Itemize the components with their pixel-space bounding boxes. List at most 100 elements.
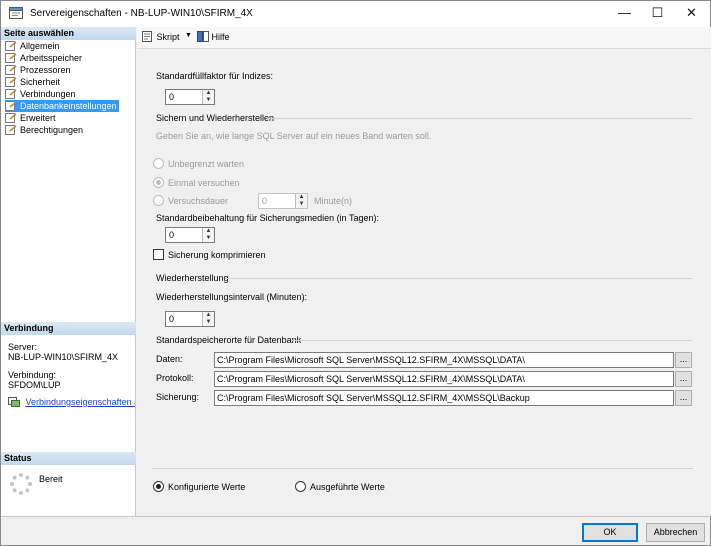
- recovery-header: Wiederherstellung: [156, 273, 229, 283]
- spin-up-icon: ▲: [298, 194, 305, 200]
- spin-down-icon: ▼: [298, 201, 305, 207]
- page-icon: [5, 113, 17, 123]
- script-icon: [142, 31, 152, 42]
- compress-backup-checkbox[interactable]: [153, 249, 164, 260]
- recovery-interval-spinner[interactable]: 0 ▲ ▼: [165, 311, 215, 327]
- window-title: Servereigenschaften - NB-LUP-WIN10\SFIRM…: [30, 8, 253, 19]
- vertical-scrollbar[interactable]: [695, 50, 711, 516]
- spinner-buttons[interactable]: ▲ ▼: [202, 312, 214, 326]
- wait-unlimited-radio[interactable]: [153, 158, 164, 169]
- page-icon: [5, 41, 17, 51]
- recovery-interval-value: 0: [169, 314, 175, 324]
- running-values-radio[interactable]: [295, 481, 306, 492]
- bottom-divider: [152, 468, 693, 469]
- script-button[interactable]: Skript: [142, 31, 180, 42]
- sidebar-item-datenbankeinstellungen[interactable]: Datenbankeinstellungen: [5, 100, 119, 112]
- sidebar-item-allgemein[interactable]: Allgemein: [5, 40, 62, 52]
- wait-unlimited-label: Unbegrenzt warten: [168, 159, 245, 169]
- retry-duration-radio[interactable]: [153, 195, 164, 206]
- backup-path-field[interactable]: C:\Program Files\Microsoft SQL Server\MS…: [214, 390, 674, 406]
- close-button[interactable]: ✕: [675, 1, 708, 26]
- page-icon: [5, 89, 17, 99]
- running-values-label: Ausgeführte Werte: [310, 482, 385, 492]
- spinner-buttons[interactable]: ▲ ▼: [295, 194, 307, 208]
- configured-values-label: Konfigurierte Werte: [168, 482, 246, 492]
- page-icon: [5, 65, 17, 75]
- data-path-field[interactable]: C:\Program Files\Microsoft SQL Server\MS…: [214, 352, 674, 368]
- select-page-header: Seite auswählen: [1, 27, 136, 40]
- server-label: Server:: [8, 342, 38, 352]
- title-bar: Servereigenschaften - NB-LUP-WIN10\SFIRM…: [1, 1, 710, 27]
- maximize-icon: ☐: [651, 5, 664, 20]
- cancel-button[interactable]: Abbrechen: [646, 523, 705, 542]
- sidebar-item-erweitert[interactable]: Erweitert: [5, 112, 58, 124]
- close-icon: ✕: [686, 5, 697, 20]
- minimize-button[interactable]: —: [608, 1, 641, 26]
- dialog-footer: OK Abbrechen: [1, 516, 710, 545]
- tape-wait-hint: Geben Sie an, wie lange SQL Server auf e…: [156, 131, 432, 141]
- sidebar-item-label: Erweitert: [20, 113, 56, 123]
- server-value: NB-LUP-WIN10\SFIRM_4X: [8, 352, 119, 362]
- log-label: Protokoll:: [156, 373, 194, 383]
- ok-button[interactable]: OK: [582, 523, 638, 542]
- connection-properties-icon: [8, 397, 20, 407]
- sidebar-item-sicherheit[interactable]: Sicherheit: [5, 76, 62, 88]
- section-divider: [291, 340, 692, 341]
- backup-browse-button[interactable]: ...: [675, 390, 692, 406]
- retry-duration-spinner[interactable]: 0 ▲ ▼: [258, 193, 308, 209]
- log-browse-button[interactable]: ...: [675, 371, 692, 387]
- sidebar-item-label: Allgemein: [20, 41, 60, 51]
- spin-down-icon: ▼: [205, 97, 212, 103]
- sidebar-item-verbindungen[interactable]: Verbindungen: [5, 88, 78, 100]
- configured-values-radio[interactable]: [153, 481, 164, 492]
- connection-value: SFDOM\LUP: [8, 380, 61, 390]
- spinner-buttons[interactable]: ▲ ▼: [202, 90, 214, 104]
- retention-label: Standardbeibehaltung für Sicherungsmedie…: [156, 213, 379, 223]
- connection-properties-link[interactable]: Verbindungseigenschaften anzeigen: [8, 397, 135, 409]
- sidebar-item-arbeitsspeicher[interactable]: Arbeitsspeicher: [5, 52, 84, 64]
- page-icon: [5, 77, 17, 87]
- script-dropdown-arrow[interactable]: ▼: [185, 32, 192, 39]
- section-divider: [267, 118, 692, 119]
- try-once-radio[interactable]: [153, 177, 164, 188]
- data-browse-button[interactable]: ...: [675, 352, 692, 368]
- sidebar-item-label: Sicherheit: [20, 77, 61, 87]
- page-icon: [5, 101, 17, 111]
- settings-panel: Skript ▼ Hilfe Standardfüllfaktor für In…: [137, 27, 711, 516]
- spin-up-icon: ▲: [205, 90, 212, 96]
- maximize-button[interactable]: ☐: [641, 1, 674, 26]
- sidebar-item-label: Prozessoren: [20, 65, 71, 75]
- help-button[interactable]: Hilfe: [197, 31, 230, 42]
- minimize-icon: —: [618, 5, 631, 20]
- sidebar-item-prozessoren[interactable]: Prozessoren: [5, 64, 73, 76]
- retention-spinner[interactable]: 0 ▲ ▼: [165, 227, 215, 243]
- spin-up-icon: ▲: [205, 312, 212, 318]
- status-spinner-icon: [10, 473, 32, 495]
- left-panel: Seite auswählen Allgemein Arbeitsspeiche…: [1, 27, 136, 516]
- log-path-field[interactable]: C:\Program Files\Microsoft SQL Server\MS…: [214, 371, 674, 387]
- fill-factor-value: 0: [169, 92, 175, 102]
- sidebar-item-berechtigungen[interactable]: Berechtigungen: [5, 124, 85, 136]
- backup-label: Sicherung:: [156, 392, 200, 402]
- backup-restore-header: Sichern und Wiederherstellen: [156, 113, 275, 123]
- page-icon: [5, 53, 17, 63]
- status-value: Bereit: [39, 474, 63, 484]
- help-label: Hilfe: [211, 32, 230, 42]
- script-label: Skript: [156, 32, 180, 42]
- help-icon: [197, 31, 209, 42]
- retry-unit-label: Minute(n): [314, 196, 353, 206]
- retry-duration-value: 0: [262, 196, 268, 206]
- try-once-label: Einmal versuchen: [168, 178, 240, 188]
- data-label: Daten:: [156, 354, 183, 364]
- sidebar-item-label: Verbindungen: [20, 89, 76, 99]
- server-properties-dialog: Servereigenschaften - NB-LUP-WIN10\SFIRM…: [0, 0, 711, 546]
- retry-duration-label: Versuchsdauer: [168, 196, 229, 206]
- chevron-down-icon: ▼: [185, 32, 192, 39]
- app-icon: [9, 7, 23, 19]
- page-icon: [5, 125, 17, 135]
- connection-label: Verbindung:: [8, 370, 57, 380]
- spin-down-icon: ▼: [205, 319, 212, 325]
- fill-factor-spinner[interactable]: 0 ▲ ▼: [165, 89, 215, 105]
- section-divider: [225, 278, 692, 279]
- spinner-buttons[interactable]: ▲ ▼: [202, 228, 214, 242]
